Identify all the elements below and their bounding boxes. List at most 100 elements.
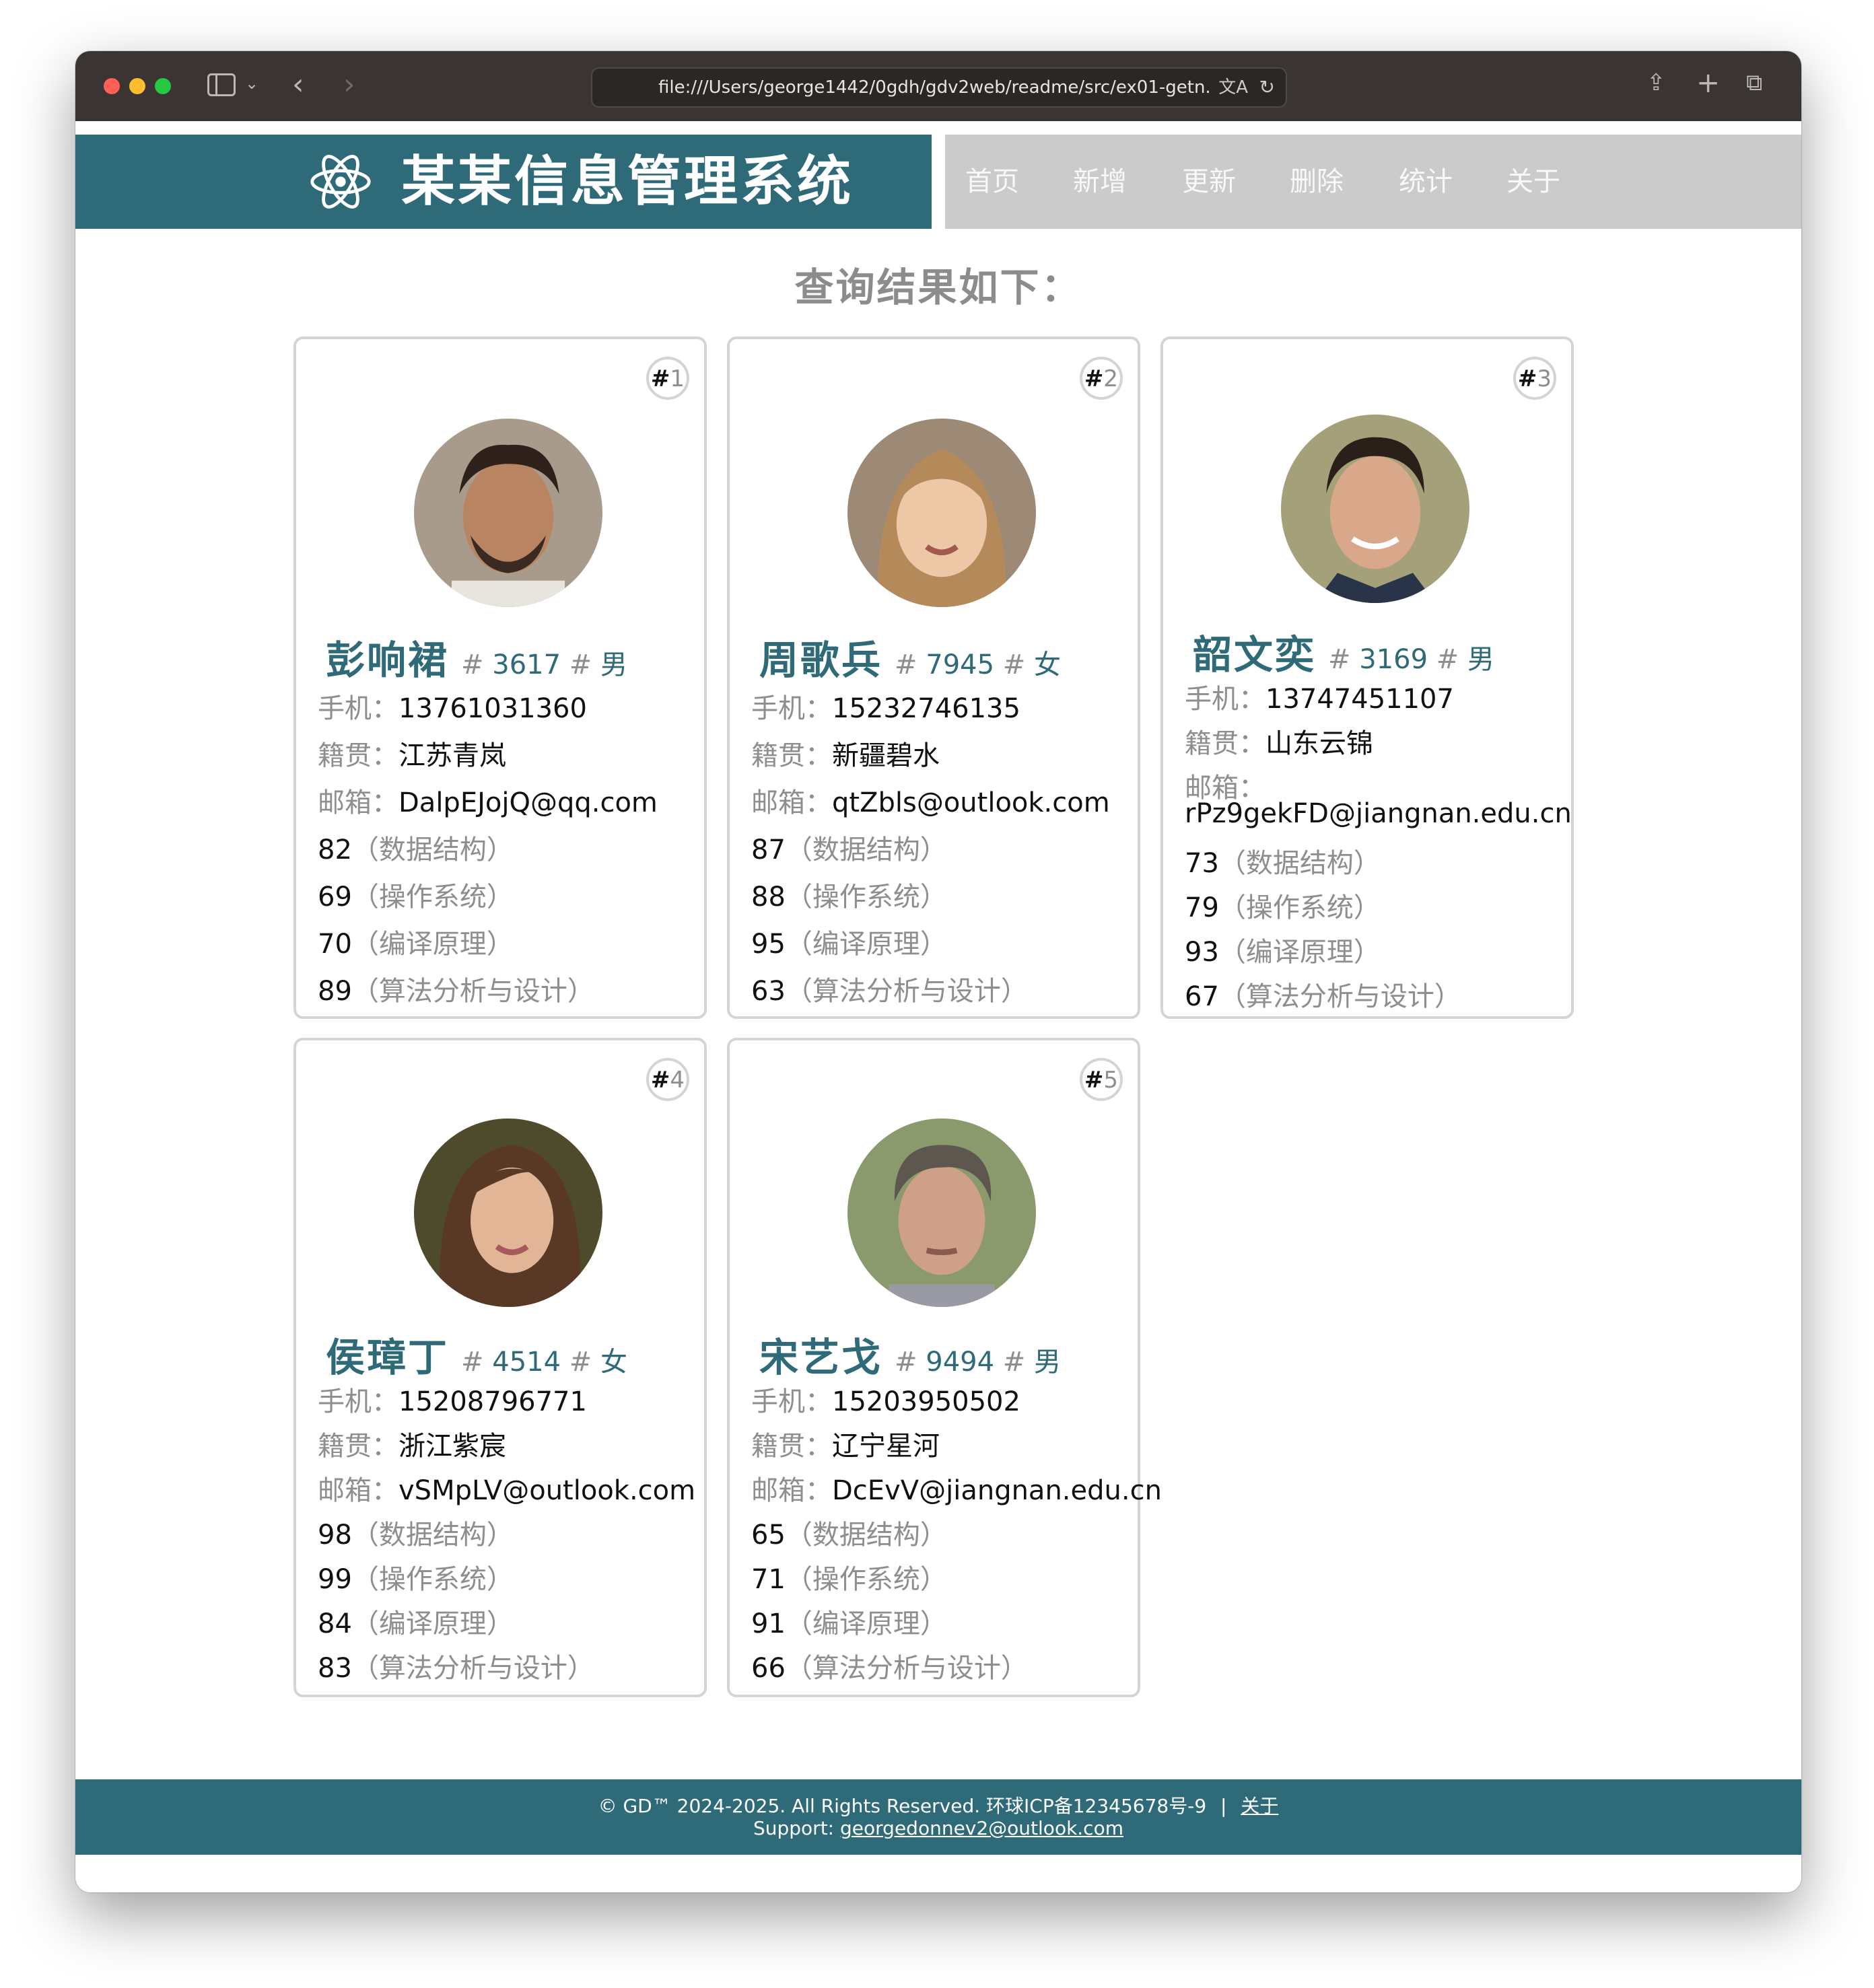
student-gender: 男 — [1467, 644, 1494, 675]
hometown-value: 浙江紫宸 — [398, 1431, 506, 1462]
phone-value: 15232746135 — [832, 693, 1020, 724]
nav-about[interactable]: 关于 — [1506, 135, 1560, 229]
email-row: 邮箱：DalpEJojQ@qq.com — [318, 787, 658, 818]
browser-window: ⌄ ‹ › file:///Users/george1442/0gdh/gdv2… — [75, 51, 1801, 1892]
student-card: #1 彭响裙 # 3617 # 男 手机：13761031360 籍贯：江苏青岚 … — [293, 336, 707, 1019]
score-row: 87（数据结构） — [751, 835, 947, 865]
hometown-row: 籍贯：江苏青岚 — [318, 740, 506, 771]
chevron-down-icon[interactable]: ⌄ — [245, 75, 258, 92]
student-id: 9494 — [926, 1347, 995, 1378]
footer-about-link[interactable]: 关于 — [1241, 1795, 1278, 1817]
app-header: 某某信息管理系统 首页 新增 更新 删除 统计 关于 — [75, 121, 1801, 229]
score-row: 70（编译原理） — [318, 929, 514, 960]
student-id: 3169 — [1359, 644, 1428, 675]
card-index-badge: #5 — [1080, 1058, 1123, 1101]
main-nav: 首页 新增 更新 删除 统计 关于 — [945, 135, 1801, 229]
score-row: 83（算法分析与设计） — [318, 1653, 594, 1684]
support-label: Support: — [753, 1817, 841, 1839]
nav-update[interactable]: 更新 — [1182, 135, 1236, 229]
phone-value: 15203950502 — [832, 1386, 1020, 1417]
student-name: 宋艺戈 — [759, 1335, 883, 1380]
translate-icon[interactable]: 文A — [1218, 69, 1248, 106]
brand-bar: 某某信息管理系统 — [75, 135, 932, 229]
hometown-value: 新疆碧水 — [832, 740, 940, 771]
student-id: 3617 — [492, 649, 561, 680]
email-row: 邮箱：qtZbls@outlook.com — [751, 787, 1110, 818]
score-row: 65（数据结构） — [751, 1520, 947, 1551]
student-card: #4 侯璋丁 # 4514 # 女 手机：15208796771 籍贯：浙江紫宸 … — [293, 1038, 707, 1697]
copyright-text: © GD™ 2024-2025. All Rights Reserved. 环球… — [598, 1795, 1207, 1817]
phone-row: 手机：15203950502 — [751, 1386, 1020, 1417]
page-footer: © GD™ 2024-2025. All Rights Reserved. 环球… — [75, 1779, 1801, 1855]
tab-overview-icon[interactable]: ⧉ — [1746, 71, 1762, 94]
nav-delete[interactable]: 删除 — [1290, 135, 1344, 229]
back-arrow-icon[interactable]: ‹ — [292, 70, 304, 100]
card-index-badge: #3 — [1513, 357, 1556, 400]
nav-add[interactable]: 新增 — [1073, 135, 1127, 229]
student-gender: 男 — [1034, 1347, 1061, 1378]
student-card: #2 周歌兵 # 7945 # 女 手机：15232746135 籍贯：新疆碧水 … — [727, 336, 1140, 1019]
address-bar[interactable]: file:///Users/george1442/0gdh/gdv2web/re… — [591, 67, 1287, 108]
minimize-window-button[interactable] — [129, 78, 145, 94]
score-row: 71（操作系统） — [751, 1564, 947, 1595]
student-gender: 女 — [1034, 649, 1061, 680]
forward-arrow-icon[interactable]: › — [343, 70, 355, 100]
close-window-button[interactable] — [104, 78, 120, 94]
support-email-link[interactable]: georgedonnev2@outlook.com — [840, 1817, 1123, 1839]
address-bar-url[interactable]: file:///Users/george1442/0gdh/gdv2web/re… — [658, 69, 1212, 106]
student-id: 7945 — [926, 649, 995, 680]
phone-value: 13747451107 — [1265, 684, 1454, 715]
footer-support-line: Support: georgedonnev2@outlook.com — [75, 1817, 1801, 1839]
reload-icon[interactable]: ↻ — [1259, 69, 1275, 106]
avatar — [847, 1119, 1036, 1307]
new-tab-icon[interactable]: + — [1696, 69, 1720, 97]
student-id: 4514 — [492, 1347, 561, 1378]
card-index-badge: #2 — [1080, 357, 1123, 400]
nav-stats[interactable]: 统计 — [1399, 135, 1453, 229]
phone-row: 手机：15208796771 — [318, 1386, 587, 1417]
name-line: 彭响裙 # 3617 # 男 — [326, 637, 627, 683]
score-row: 91（编译原理） — [751, 1608, 947, 1639]
score-row: 67（算法分析与设计） — [1185, 981, 1461, 1012]
card-index-badge: #4 — [646, 1058, 689, 1101]
zoom-window-button[interactable] — [155, 78, 171, 94]
student-card: #5 宋艺戈 # 9494 # 男 手机：15203950502 籍贯：辽宁星河 … — [727, 1038, 1162, 1697]
student-name: 周歌兵 — [759, 637, 883, 683]
email-value: vSMpLV@outlook.com — [398, 1475, 696, 1506]
score-row: 66（算法分析与设计） — [751, 1653, 1028, 1684]
score-row: 73（数据结构） — [1185, 848, 1381, 879]
hometown-row: 籍贯：山东云锦 — [1185, 728, 1373, 759]
score-row: 89（算法分析与设计） — [318, 976, 594, 1007]
site-title: 某某信息管理系统 — [401, 150, 854, 213]
footer-copyright-line: © GD™ 2024-2025. All Rights Reserved. 环球… — [75, 1791, 1801, 1818]
email-value: qtZbls@outlook.com — [832, 787, 1110, 818]
avatar — [414, 1119, 602, 1307]
score-row: 93（编译原理） — [1185, 937, 1381, 968]
share-icon[interactable]: ⇪ — [1646, 71, 1666, 94]
results-heading: 查询结果如下： — [794, 264, 1082, 310]
card-index-badge: #1 — [646, 357, 689, 400]
phone-row: 手机：13761031360 — [318, 693, 587, 724]
phone-row: 手机：15232746135 — [751, 693, 1020, 724]
student-name: 侯璋丁 — [326, 1335, 450, 1380]
score-row: 84（编译原理） — [318, 1608, 514, 1639]
email-row: rPz9gekFD@jiangnan.edu.cn — [1185, 798, 1572, 829]
avatar — [414, 419, 602, 607]
name-line: 周歌兵 # 7945 # 女 — [759, 637, 1061, 683]
student-name: 彭响裙 — [326, 637, 450, 683]
email-row: 邮箱：vSMpLV@outlook.com — [318, 1475, 696, 1506]
student-card: #3 韶文奕 # 3169 # 男 手机：13747451107 籍贯：山东云锦 … — [1160, 336, 1574, 1019]
phone-value: 13761031360 — [398, 693, 587, 724]
avatar — [1281, 415, 1469, 603]
student-gender: 男 — [600, 649, 627, 680]
hometown-row: 籍贯：辽宁星河 — [751, 1431, 940, 1462]
footer-separator: | — [1220, 1795, 1227, 1817]
browser-toolbar: ⌄ ‹ › file:///Users/george1442/0gdh/gdv2… — [75, 51, 1801, 121]
hometown-row: 籍贯：新疆碧水 — [751, 740, 940, 771]
score-row: 69（操作系统） — [318, 882, 514, 913]
name-line: 侯璋丁 # 4514 # 女 — [326, 1335, 627, 1380]
nav-home[interactable]: 首页 — [965, 135, 1019, 229]
score-row: 82（数据结构） — [318, 835, 514, 865]
sidebar-toggle-icon[interactable] — [207, 73, 236, 96]
score-row: 63（算法分析与设计） — [751, 976, 1028, 1007]
